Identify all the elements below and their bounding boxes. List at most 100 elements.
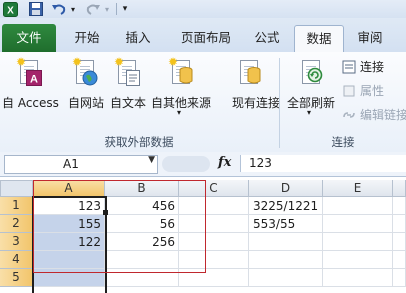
- column-header-a[interactable]: A: [33, 180, 105, 197]
- formula-bar: A1 ▼ fx 123: [0, 152, 406, 177]
- existing-connections-icon: [236, 56, 262, 86]
- fill-handle[interactable]: [103, 210, 108, 215]
- chevron-down-icon: ▾: [177, 108, 182, 117]
- from-other-sources-button[interactable]: ✹ 自其他来源 ▾: [151, 56, 211, 117]
- cell-d4[interactable]: [249, 251, 323, 269]
- toolbar-divider: [116, 3, 117, 15]
- select-all-corner[interactable]: [0, 180, 33, 197]
- get-external-data-group-label: 获取外部数据: [104, 135, 174, 149]
- cell-f3[interactable]: [393, 233, 406, 251]
- save-icon[interactable]: [28, 1, 44, 17]
- name-box[interactable]: A1 ▼: [4, 155, 158, 174]
- cell-e5[interactable]: [323, 269, 393, 287]
- cell-a4[interactable]: [33, 251, 105, 269]
- column-header-d[interactable]: D: [249, 180, 323, 197]
- customize-icon[interactable]: ▾: [119, 1, 131, 17]
- cell-c4[interactable]: [179, 251, 249, 269]
- cell-c5[interactable]: [179, 269, 249, 287]
- column-header-c[interactable]: C: [179, 180, 249, 197]
- formula-input[interactable]: 123: [240, 155, 406, 172]
- properties-label: 属性: [360, 84, 385, 98]
- cell-b4[interactable]: [105, 251, 179, 269]
- cell-f5[interactable]: [393, 269, 406, 287]
- cell-c2[interactable]: [179, 215, 249, 233]
- tab-data[interactable]: 数据: [294, 25, 344, 53]
- ribbon-data: ✹ A 自 Access ✹ 自网站 ✹ 自文本 ✹ 自其他来源 ▾ 现有连接 …: [0, 52, 406, 153]
- tab-formulas[interactable]: 公式: [246, 25, 288, 51]
- undo-icon[interactable]: [50, 1, 68, 17]
- edit-links-label: 编辑链接: [360, 108, 406, 122]
- column-header-b[interactable]: B: [105, 180, 179, 197]
- row-header-3[interactable]: 3: [0, 233, 33, 251]
- cell-b2[interactable]: 56: [105, 215, 179, 233]
- chevron-down-icon: ▾: [307, 108, 312, 117]
- access-icon: ✹ A: [16, 56, 42, 86]
- from-web-button[interactable]: ✹ 自网站: [68, 56, 104, 116]
- cell-e4[interactable]: [323, 251, 393, 269]
- from-access-label: 自 Access: [2, 96, 59, 110]
- link-icon: [343, 111, 355, 118]
- connections-icon: [342, 60, 356, 73]
- cell-d1[interactable]: 3225/1221: [249, 197, 323, 215]
- cell-b5[interactable]: [105, 269, 179, 287]
- cell-a5[interactable]: [33, 269, 105, 287]
- connections-group-label: 连接: [331, 135, 355, 149]
- name-box-value: A1: [63, 157, 79, 171]
- edit-links-button[interactable]: 编辑链接: [342, 106, 406, 123]
- properties-icon: [343, 85, 355, 96]
- column-header-e[interactable]: E: [323, 180, 393, 197]
- cell-e1[interactable]: [323, 197, 393, 215]
- svg-text:X: X: [7, 5, 14, 16]
- cell-f4[interactable]: [393, 251, 406, 269]
- formula-value: 123: [249, 156, 272, 170]
- cell-b1[interactable]: 456: [105, 197, 179, 215]
- tab-insert[interactable]: 插入: [114, 25, 162, 51]
- column-header-f[interactable]: [393, 180, 406, 197]
- cell-f1[interactable]: [393, 197, 406, 215]
- chevron-down-icon[interactable]: ▼: [148, 155, 155, 165]
- web-icon: ✹: [72, 56, 98, 86]
- excel-icon[interactable]: X: [2, 1, 18, 17]
- cell-c1[interactable]: [179, 197, 249, 215]
- redo-icon[interactable]: [84, 1, 102, 17]
- connections-label: 连接: [360, 60, 385, 74]
- cell-d5[interactable]: [249, 269, 323, 287]
- cell-f2[interactable]: [393, 215, 406, 233]
- quick-access-toolbar: X ▾ ▾ ▾: [0, 0, 406, 18]
- cell-d3[interactable]: [249, 233, 323, 251]
- cell-a3[interactable]: 122: [33, 233, 105, 251]
- cell-a1[interactable]: 123: [33, 197, 105, 215]
- undo-dropdown-icon[interactable]: ▾: [68, 1, 78, 17]
- cell-e3[interactable]: [323, 233, 393, 251]
- tab-page-layout[interactable]: 页面布局: [168, 25, 244, 51]
- svg-text:A: A: [30, 74, 38, 86]
- properties-button[interactable]: 属性: [342, 82, 384, 99]
- row-header-4[interactable]: 4: [0, 251, 33, 269]
- ribbon-tabs: 文件 开始 插入 页面布局 公式 数据 审阅: [0, 18, 406, 53]
- existing-connections-label: 现有连接: [232, 96, 281, 110]
- connections-button[interactable]: 连接: [342, 58, 384, 75]
- other-sources-icon: ✹: [168, 56, 194, 86]
- from-text-label: 自文本: [110, 96, 147, 110]
- refresh-all-button[interactable]: 全部刷新 ▾: [287, 56, 335, 117]
- cell-d2[interactable]: 553/55: [249, 215, 323, 233]
- cell-a2[interactable]: 155: [33, 215, 105, 233]
- from-access-button[interactable]: ✹ A 自 Access: [2, 56, 59, 116]
- cell-c3[interactable]: [179, 233, 249, 251]
- row-header-1[interactable]: 1: [0, 197, 33, 215]
- insert-function-icon[interactable]: fx: [218, 155, 231, 170]
- row-header-2[interactable]: 2: [0, 215, 33, 233]
- from-text-button[interactable]: ✹ 自文本: [110, 56, 146, 116]
- formula-bar-splitter[interactable]: [162, 156, 210, 172]
- tab-home[interactable]: 开始: [62, 25, 112, 51]
- cell-b3[interactable]: 256: [105, 233, 179, 251]
- tab-file[interactable]: 文件: [2, 24, 56, 52]
- redo-dropdown-icon[interactable]: ▾: [102, 1, 112, 17]
- row-header-5[interactable]: 5: [0, 269, 33, 287]
- cell-e2[interactable]: [323, 215, 393, 233]
- refresh-icon: [298, 56, 324, 86]
- existing-connections-button[interactable]: 现有连接: [232, 56, 280, 116]
- from-web-label: 自网站: [68, 96, 105, 110]
- tab-review[interactable]: 审阅: [348, 25, 392, 51]
- text-file-icon: ✹: [114, 56, 140, 86]
